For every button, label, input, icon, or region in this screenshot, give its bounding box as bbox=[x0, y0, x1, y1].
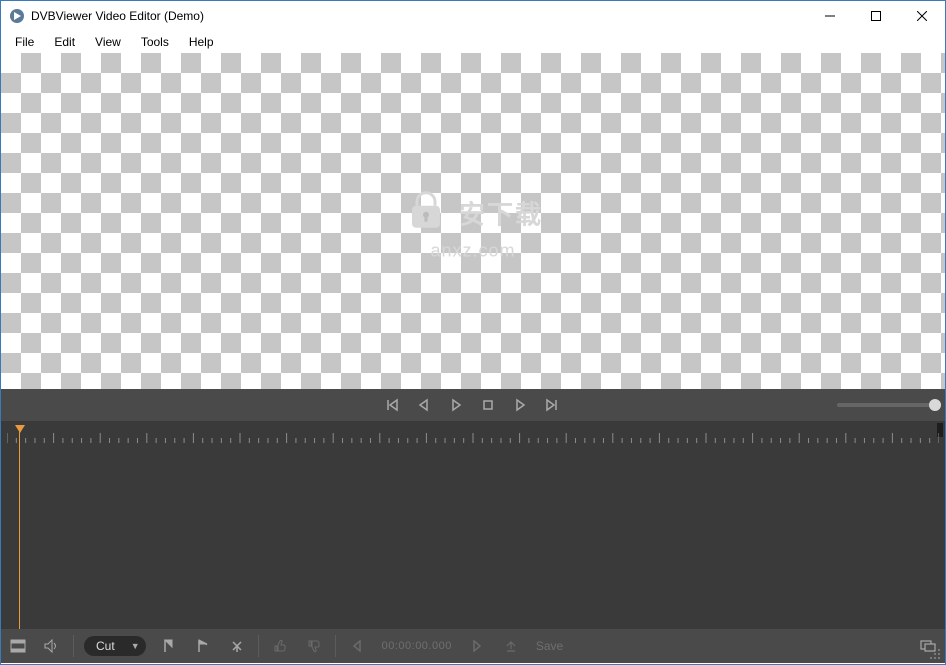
mark-out-button[interactable] bbox=[186, 629, 220, 663]
timeline-track[interactable] bbox=[1, 443, 945, 629]
timeline-ruler[interactable] bbox=[1, 421, 945, 443]
mode-select[interactable]: Cut ▼ bbox=[84, 636, 146, 656]
title-bar: DVBViewer Video Editor (Demo) bbox=[1, 1, 945, 31]
menu-bar: File Edit View Tools Help bbox=[1, 31, 945, 53]
mode-label: Cut bbox=[96, 639, 115, 653]
menu-file[interactable]: File bbox=[5, 33, 44, 51]
separator bbox=[73, 635, 74, 657]
delete-marker-button[interactable] bbox=[220, 629, 254, 663]
mark-in-button[interactable] bbox=[152, 629, 186, 663]
close-button[interactable] bbox=[899, 1, 945, 31]
lock-icon bbox=[403, 188, 449, 239]
separator bbox=[335, 635, 336, 657]
watermark: 安下载 anxz.com bbox=[403, 188, 543, 262]
watermark-text: 安下载 bbox=[459, 195, 543, 232]
separator bbox=[258, 635, 259, 657]
resize-grip-icon[interactable] bbox=[929, 647, 941, 659]
bottom-toolbar: Cut ▼ 00:00:00.000 Save bbox=[1, 629, 945, 663]
stop-button[interactable] bbox=[472, 389, 504, 421]
slider-knob[interactable] bbox=[929, 399, 941, 411]
next-keyframe-button[interactable] bbox=[536, 389, 568, 421]
filmstrip-button[interactable] bbox=[1, 629, 35, 663]
video-preview: 安下载 anxz.com bbox=[1, 53, 945, 389]
goto-prev-button[interactable] bbox=[340, 629, 374, 663]
maximize-button[interactable] bbox=[853, 1, 899, 31]
goto-next-button[interactable] bbox=[460, 629, 494, 663]
app-icon bbox=[9, 8, 25, 24]
save-button[interactable]: Save bbox=[528, 639, 571, 653]
chevron-down-icon: ▼ bbox=[131, 641, 140, 651]
step-fwd-button[interactable] bbox=[504, 389, 536, 421]
thumbs-down-button[interactable] bbox=[297, 629, 331, 663]
menu-tools[interactable]: Tools bbox=[131, 33, 179, 51]
progress-slider[interactable] bbox=[837, 403, 935, 407]
thumbs-up-button[interactable] bbox=[263, 629, 297, 663]
window-controls bbox=[807, 1, 945, 31]
ruler-ticks bbox=[7, 431, 939, 443]
playhead-line[interactable] bbox=[19, 425, 20, 629]
menu-edit[interactable]: Edit bbox=[44, 33, 85, 51]
prev-keyframe-button[interactable] bbox=[376, 389, 408, 421]
watermark-url: anxz.com bbox=[430, 241, 515, 262]
export-button[interactable] bbox=[494, 629, 528, 663]
transport-bar bbox=[1, 389, 945, 421]
minimize-button[interactable] bbox=[807, 1, 853, 31]
menu-help[interactable]: Help bbox=[179, 33, 224, 51]
menu-view[interactable]: View bbox=[85, 33, 131, 51]
audio-button[interactable] bbox=[35, 629, 69, 663]
window-title: DVBViewer Video Editor (Demo) bbox=[31, 9, 807, 23]
step-back-button[interactable] bbox=[408, 389, 440, 421]
timecode-display: 00:00:00.000 bbox=[374, 640, 460, 652]
play-button[interactable] bbox=[440, 389, 472, 421]
